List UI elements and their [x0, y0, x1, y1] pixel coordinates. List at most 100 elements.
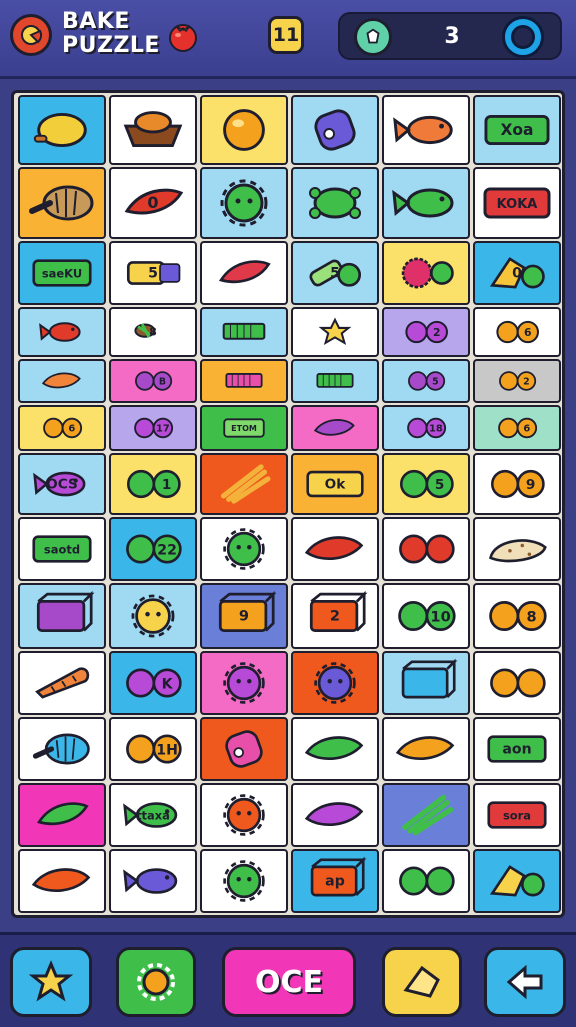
tile-r3-c3[interactable]: [200, 241, 288, 305]
pair-icon: 18: [407, 417, 447, 439]
tile-r8-c5[interactable]: [382, 517, 470, 581]
main-action-button[interactable]: OCE: [222, 947, 356, 1017]
tile-r2-c1[interactable]: [18, 167, 106, 239]
tile-r5-c4[interactable]: [291, 359, 379, 403]
tile-r11-c2[interactable]: 1H: [109, 717, 197, 781]
tile-r1-c2[interactable]: [109, 95, 197, 165]
tile-r8-c6[interactable]: [473, 517, 561, 581]
tile-r7-c1[interactable]: OCS: [18, 453, 106, 515]
tile-r7-c6[interactable]: 9: [473, 453, 561, 515]
tile-r8-c1[interactable]: saotd: [18, 517, 106, 581]
tile-label: 17: [156, 424, 170, 435]
tile-r2-c2[interactable]: 0: [109, 167, 197, 239]
tile-r10-c5[interactable]: [382, 651, 470, 715]
tile-r5-c1[interactable]: [18, 359, 106, 403]
tile-r9-c3[interactable]: 9: [200, 583, 288, 649]
tile-r4-c2[interactable]: 8: [109, 307, 197, 357]
tile-r2-c3[interactable]: [200, 167, 288, 239]
tile-r6-c3[interactable]: ETOM: [200, 405, 288, 451]
tile-r3-c6[interactable]: 0: [473, 241, 561, 305]
tile-r8-c2[interactable]: 22: [109, 517, 197, 581]
tile-r10-c2[interactable]: K: [109, 651, 197, 715]
tile-r4-c4[interactable]: [291, 307, 379, 357]
bottom-toolbar: OCE: [0, 932, 576, 1027]
tile-r9-c4[interactable]: 2: [291, 583, 379, 649]
tile-r8-c4[interactable]: [291, 517, 379, 581]
tile-r6-c4[interactable]: [291, 405, 379, 451]
tile-r7-c2[interactable]: 1: [109, 453, 197, 515]
tile-r12-c6[interactable]: sora: [473, 783, 561, 847]
tile-r3-c1[interactable]: saeKU: [18, 241, 106, 305]
tile-r13-c1[interactable]: [18, 849, 106, 913]
arrow-button[interactable]: [484, 947, 566, 1017]
tile-r11-c4[interactable]: [291, 717, 379, 781]
settings-ring-button[interactable]: [502, 16, 544, 58]
tile-r1-c6[interactable]: Xoa: [473, 95, 561, 165]
tile-r5-c6[interactable]: 2: [473, 359, 561, 403]
tile-r6-c5[interactable]: 18: [382, 405, 470, 451]
star-button[interactable]: [10, 947, 92, 1017]
tile-r5-c3[interactable]: [200, 359, 288, 403]
tile-r13-c5[interactable]: [382, 849, 470, 913]
tile-r4-c3[interactable]: [200, 307, 288, 357]
tile-r8-c3[interactable]: [200, 517, 288, 581]
tile-r6-c6[interactable]: 6: [473, 405, 561, 451]
tile-r13-c3[interactable]: [200, 849, 288, 913]
tile-r9-c1[interactable]: [18, 583, 106, 649]
tag-icon: Ok: [306, 470, 364, 498]
tile-r4-c1[interactable]: [18, 307, 106, 357]
tile-r1-c1[interactable]: [18, 95, 106, 165]
gear-button[interactable]: [116, 947, 196, 1017]
tile-r13-c2[interactable]: [109, 849, 197, 913]
tile-r3-c2[interactable]: 5: [109, 241, 197, 305]
tile-r12-c5[interactable]: [382, 783, 470, 847]
tile-r1-c3[interactable]: [200, 95, 288, 165]
tile-r7-c3[interactable]: [200, 453, 288, 515]
cake-icon: [489, 865, 545, 897]
tile-r2-c5[interactable]: [382, 167, 470, 239]
tile-r13-c4[interactable]: ap: [291, 849, 379, 913]
tile-r12-c2[interactable]: ttaxa: [109, 783, 197, 847]
pair-icon: 1H: [126, 734, 182, 764]
tile-r3-c4[interactable]: 5: [291, 241, 379, 305]
tile-label: 1: [162, 477, 171, 493]
tile-r10-c6[interactable]: [473, 651, 561, 715]
tile-r12-c3[interactable]: [200, 783, 288, 847]
tile-r11-c3[interactable]: [200, 717, 288, 781]
tile-r13-c6[interactable]: [473, 849, 561, 913]
tile-r1-c4[interactable]: [291, 95, 379, 165]
tile-r11-c1[interactable]: [18, 717, 106, 781]
tile-r9-c5[interactable]: 10: [382, 583, 470, 649]
tile-r4-c6[interactable]: 6: [473, 307, 561, 357]
tile-r9-c6[interactable]: 8: [473, 583, 561, 649]
sticks-icon: [402, 794, 454, 836]
tile-r9-c2[interactable]: [109, 583, 197, 649]
pair-icon: [399, 866, 455, 896]
tile-r6-c1[interactable]: 6: [18, 405, 106, 451]
tile-r4-c5[interactable]: 2: [382, 307, 470, 357]
tile-r10-c4[interactable]: [291, 651, 379, 715]
tile-r7-c5[interactable]: 5: [382, 453, 470, 515]
tile-r2-c6[interactable]: KOKA: [473, 167, 561, 239]
tile-r12-c4[interactable]: [291, 783, 379, 847]
tile-r10-c3[interactable]: [200, 651, 288, 715]
tile-r10-c1[interactable]: [18, 651, 106, 715]
tile-label: aon: [502, 741, 531, 757]
title-line-1: BAKE: [62, 9, 130, 34]
tile-r3-c5[interactable]: [382, 241, 470, 305]
sun-icon: [223, 662, 265, 704]
game-title: BAKE PUZZLE: [62, 10, 160, 58]
tile-r11-c5[interactable]: [382, 717, 470, 781]
tile-r2-c4[interactable]: [291, 167, 379, 239]
tile-r11-c6[interactable]: aon: [473, 717, 561, 781]
tile-r6-c2[interactable]: 17: [109, 405, 197, 451]
tile-r1-c5[interactable]: [382, 95, 470, 165]
tile-r5-c5[interactable]: 5: [382, 359, 470, 403]
tile-r5-c2[interactable]: B: [109, 359, 197, 403]
tile-r7-c4[interactable]: Ok: [291, 453, 379, 515]
menu-badge-button[interactable]: [10, 14, 52, 56]
tile-r12-c1[interactable]: [18, 783, 106, 847]
tile-label: ttaxa: [136, 808, 170, 822]
tile-label: 2: [523, 377, 530, 388]
cheese-button[interactable]: [382, 947, 462, 1017]
